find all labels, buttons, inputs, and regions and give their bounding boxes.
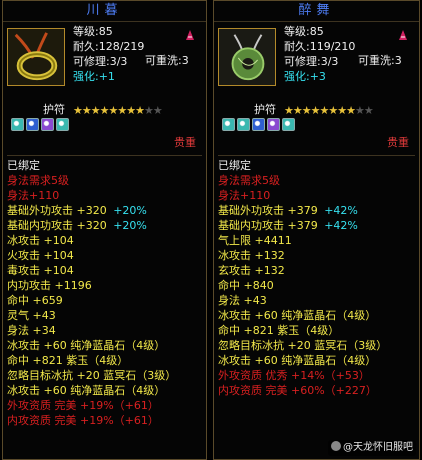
jade-pendant-icon[interactable] <box>218 28 276 86</box>
item-tooltip-left: 川暮 等级:85 耐久:128/219 可修理:3/3 强化:+1 可重洗:3 … <box>2 0 207 460</box>
star-filled-icon: ★ <box>81 104 92 117</box>
attribute-line: 命中 +821 紫玉（4级） <box>218 324 340 337</box>
forum-logo-icon <box>331 441 341 451</box>
blue-gem-icon[interactable] <box>252 118 265 131</box>
star-rating: ★★★★★★★★★★ <box>284 103 374 119</box>
attribute-line: 气上限 +4411 <box>218 234 292 247</box>
bonus-percent: +20% <box>109 219 147 232</box>
charm-row: 护符 ★★★★★★★★★★ <box>214 102 419 118</box>
attribute-line: 命中 +659 <box>7 294 63 307</box>
attribute-line: 忽略目标冰抗 +20 蓝冥石（3级） <box>218 339 388 352</box>
attribute-line: 冰攻击 +60 纯净蓝晶石（4级） <box>7 339 166 352</box>
star-empty-icon: ★ <box>363 104 374 117</box>
divider <box>7 155 202 156</box>
teal-gem-icon[interactable] <box>222 118 235 131</box>
attribute-line: 冰攻击 +132 <box>218 249 285 262</box>
charm-label: 护符 <box>43 103 65 116</box>
teal-gem-icon[interactable] <box>56 118 69 131</box>
attribute-line: 冰攻击 +104 <box>7 234 74 247</box>
star-filled-icon: ★ <box>292 104 303 117</box>
attribute-line: 命中 +821 紫玉（4级） <box>7 354 129 367</box>
level-text: 等级:85 <box>284 25 324 38</box>
charm-row: 护符 ★★★★★★★★★★ <box>3 102 206 118</box>
bonus-percent: +20% <box>109 204 147 217</box>
attribute-line: 身法+110 <box>218 189 271 202</box>
attribute-line: 外攻资质 完美 +19%（+61） <box>7 399 159 412</box>
attribute-line: 冰攻击 +60 纯净蓝晶石（4级） <box>218 354 377 367</box>
enhance-value: +3 <box>309 70 326 83</box>
bonus-percent: +42% <box>320 204 358 217</box>
star-filled-icon: ★ <box>126 104 136 117</box>
attribute-line: 基础外功攻击 +320 +20% <box>7 204 147 217</box>
ring-pendant-icon[interactable] <box>7 28 65 86</box>
durability-text: 耐久:119/210 <box>284 40 356 53</box>
attribute-line: 玄攻击 +132 <box>218 264 285 277</box>
star-empty-icon: ★ <box>152 104 163 117</box>
attribute-line: 已绑定 <box>7 159 40 172</box>
recastable-text: 可重洗:3 <box>145 54 189 67</box>
blue-gem-icon[interactable] <box>26 118 39 131</box>
divider <box>218 155 415 156</box>
price-label: 贵重 <box>387 136 409 149</box>
attribute-line: 身法+110 <box>7 189 60 202</box>
attribute-line: 身法需求5级 <box>218 174 280 187</box>
item-title: 醉舞 <box>214 1 419 22</box>
star-filled-icon: ★ <box>346 104 356 117</box>
star-filled-icon: ★ <box>73 104 83 117</box>
teal-gem-icon[interactable] <box>282 118 295 131</box>
attribute-line: 身法 +34 <box>7 324 56 337</box>
durability-text: 耐久:128/219 <box>73 40 145 53</box>
star-empty-icon: ★ <box>144 104 154 117</box>
charm-label: 护符 <box>254 103 276 116</box>
attribute-line: 外攻资质 优秀 +14%（+53） <box>218 369 370 382</box>
star-filled-icon: ★ <box>117 104 127 117</box>
level-text: 等级:85 <box>73 25 113 38</box>
recastable-text: 可重洗:3 <box>358 54 402 67</box>
attribute-line: 命中 +840 <box>218 279 274 292</box>
enhance-value: +1 <box>98 70 115 83</box>
attribute-line: 毒攻击 +104 <box>7 264 74 277</box>
teal-gem-icon[interactable] <box>237 118 250 131</box>
star-empty-icon: ★ <box>355 104 365 117</box>
star-filled-icon: ★ <box>337 104 347 117</box>
attribute-line: 基础内功攻击 +379 +42% <box>218 219 358 232</box>
attribute-line: 已绑定 <box>218 159 251 172</box>
attribute-line: 冰攻击 +60 纯净蓝晶石（4级） <box>7 384 166 397</box>
purple-gem-icon[interactable] <box>267 118 280 131</box>
item-tooltip-right: 醉舞 等级:85 耐久:119/210 可修理:3/3 强化:+3 可重洗:3 … <box>213 0 420 460</box>
attribute-line: 灵气 +43 <box>7 309 56 322</box>
attribute-line: 火攻击 +104 <box>7 249 74 262</box>
attribute-line: 基础内功攻击 +320 +20% <box>7 219 147 232</box>
star-rating: ★★★★★★★★★★ <box>73 103 163 119</box>
star-filled-icon: ★ <box>90 104 101 117</box>
attribute-line: 内攻资质 完美 +19%（+61） <box>7 414 159 427</box>
item-title: 川暮 <box>3 1 206 22</box>
gem-slots <box>214 118 419 134</box>
star-filled-icon: ★ <box>328 104 338 117</box>
gem-slots <box>3 118 206 134</box>
star-filled-icon: ★ <box>310 104 321 117</box>
attribute-line: 忽略目标冰抗 +20 蓝冥石（3级） <box>7 369 177 382</box>
purple-gem-icon[interactable] <box>41 118 54 131</box>
attribute-line: 身法 +43 <box>218 294 267 307</box>
star-filled-icon: ★ <box>99 104 110 117</box>
enhance-row: 强化:+3 <box>284 70 326 83</box>
teal-gem-icon[interactable] <box>11 118 24 131</box>
star-filled-icon: ★ <box>135 104 145 117</box>
attribute-line: 基础外功攻击 +379 +42% <box>218 204 358 217</box>
attribute-line: 内攻资质 完美 +60%（+227） <box>218 384 377 397</box>
price-label: 贵重 <box>174 136 196 149</box>
attribute-line: 冰攻击 +60 纯净蓝晶石（4级） <box>218 309 377 322</box>
enhance-row: 强化:+1 <box>73 70 115 83</box>
star-filled-icon: ★ <box>301 104 312 117</box>
watermark: @天龙怀旧服吧 <box>328 440 416 456</box>
bonus-percent: +42% <box>320 219 358 232</box>
attribute-line: 内功攻击 +1196 <box>7 279 92 292</box>
attribute-list: 已绑定身法需求5级 身法+110 基础外功攻击 +320 +20% 基础内功攻击 +3… <box>3 158 206 428</box>
attribute-list: 已绑定身法需求5级 身法+110 基础外功攻击 +379 +42% 基础内功攻击 +3… <box>214 158 419 398</box>
star-filled-icon: ★ <box>284 104 294 117</box>
attribute-line: 身法需求5级 <box>7 174 69 187</box>
